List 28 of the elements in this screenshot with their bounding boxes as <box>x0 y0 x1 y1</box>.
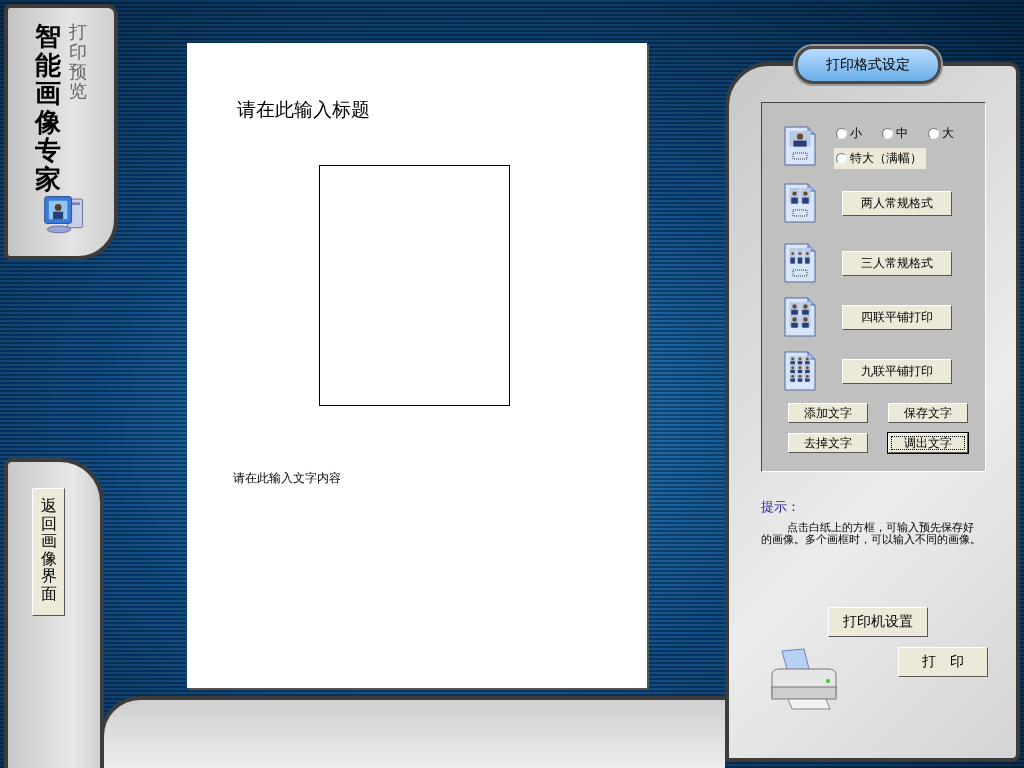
hint-text: 点击白纸上的方框，可输入预先保存好的画像。多个画框时，可以输入不同的画像。 <box>761 522 982 546</box>
page-subtitle: 打印预览 <box>69 22 87 102</box>
photo-document-icon <box>784 297 816 337</box>
layout-button[interactable]: 三人常规格式 <box>842 250 952 276</box>
layout-button[interactable]: 九联平铺打印 <box>842 358 952 384</box>
photo-frame[interactable] <box>319 165 510 406</box>
panel-title: 打印格式设定 <box>795 46 941 84</box>
photo-document-icon <box>784 126 816 166</box>
size-radio[interactable]: 中 <box>880 123 912 144</box>
hint-label: 提示： <box>761 498 801 516</box>
printer-setup-button[interactable]: 打印机设置 <box>828 607 928 638</box>
layout-button[interactable]: 四联平铺打印 <box>842 304 952 330</box>
text-button[interactable]: 添加文字 <box>788 403 868 423</box>
text-button[interactable]: 保存文字 <box>888 403 968 423</box>
print-button[interactable]: 打 印 <box>898 647 988 678</box>
app-title: 智能画像专家 <box>35 22 61 194</box>
text-placeholder[interactable]: 请在此输入文字内容 <box>233 470 647 487</box>
back-button[interactable]: 返回画像界面 <box>32 488 65 616</box>
size-radio[interactable]: 小 <box>834 123 866 144</box>
size-radio[interactable]: 大 <box>926 123 958 144</box>
photo-document-icon <box>784 183 816 223</box>
title-placeholder[interactable]: 请在此输入标题 <box>237 97 647 123</box>
text-button[interactable]: 调出文字 <box>888 433 968 453</box>
size-radio[interactable]: 特大（满幅） <box>834 148 926 169</box>
layout-button[interactable]: 两人常规格式 <box>842 190 952 216</box>
text-button[interactable]: 去掉文字 <box>788 433 868 453</box>
photo-document-icon <box>784 351 816 391</box>
photo-document-icon <box>784 243 816 283</box>
